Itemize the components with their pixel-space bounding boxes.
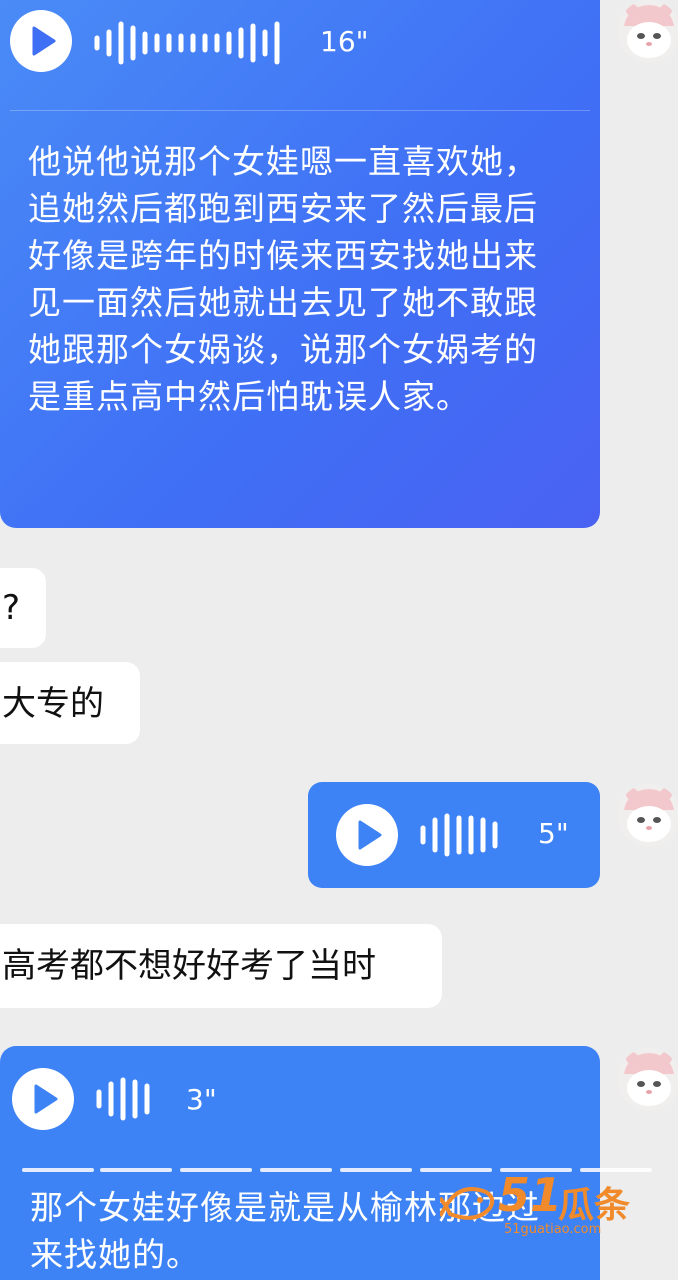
message-text: ? <box>2 588 21 628</box>
watermark-logo: 51 瓜条 51guatiao.com <box>440 1168 660 1242</box>
chat-screen: 16" 他说他说那个女娃嗯一直喜欢她，追她然后都跑到西安来了然后最后好像是跨年的… <box>0 0 678 1280</box>
voice-message-bubble[interactable]: 3" 那个女娃好像是就是从榆林那边过来找她的。 <box>0 1046 600 1280</box>
progress-segment <box>180 1168 252 1172</box>
incoming-message-bubble[interactable]: ? <box>0 568 46 648</box>
watermark-number: 51 <box>498 1168 563 1222</box>
progress-segment <box>100 1168 172 1172</box>
progress-segment <box>22 1168 94 1172</box>
play-icon <box>32 26 56 56</box>
message-text: 高考都不想好好考了当时 <box>2 946 376 986</box>
play-button[interactable] <box>336 804 398 866</box>
transcript-divider <box>10 110 590 111</box>
voice-wave-icon <box>94 21 280 65</box>
avatar-icon <box>618 0 678 62</box>
voice-message-bubble[interactable]: 16" 他说他说那个女娃嗯一直喜欢她，追她然后都跑到西安来了然后最后好像是跨年的… <box>0 0 600 528</box>
avatar-icon <box>618 784 678 846</box>
voice-transcript: 他说他说那个女娃嗯一直喜欢她，追她然后都跑到西安来了然后最后好像是跨年的时候来西… <box>28 142 538 416</box>
voice-duration: 16" <box>320 25 369 58</box>
play-button[interactable] <box>12 1068 74 1130</box>
avatar[interactable] <box>618 784 678 846</box>
voice-wave-icon <box>96 1077 150 1121</box>
voice-wave-icon <box>420 813 498 857</box>
play-icon <box>34 1084 58 1114</box>
watermark-fish-icon <box>440 1187 495 1220</box>
voice-duration: 3" <box>186 1083 217 1116</box>
progress-segment <box>260 1168 332 1172</box>
incoming-message-bubble[interactable]: 大专的 <box>0 662 140 744</box>
avatar-icon <box>618 1048 678 1110</box>
avatar[interactable] <box>618 1048 678 1110</box>
play-icon <box>358 820 382 850</box>
message-text: 大专的 <box>2 684 104 724</box>
watermark-url: 51guatiao.com <box>504 1222 602 1237</box>
progress-segment <box>340 1168 412 1172</box>
watermark-name: 瓜条 <box>558 1185 631 1226</box>
voice-duration: 5" <box>538 817 569 850</box>
avatar[interactable] <box>618 0 678 62</box>
incoming-message-bubble[interactable]: 高考都不想好好考了当时 <box>0 924 442 1008</box>
play-button[interactable] <box>10 10 72 72</box>
voice-message-bubble[interactable]: 5" <box>308 782 600 888</box>
